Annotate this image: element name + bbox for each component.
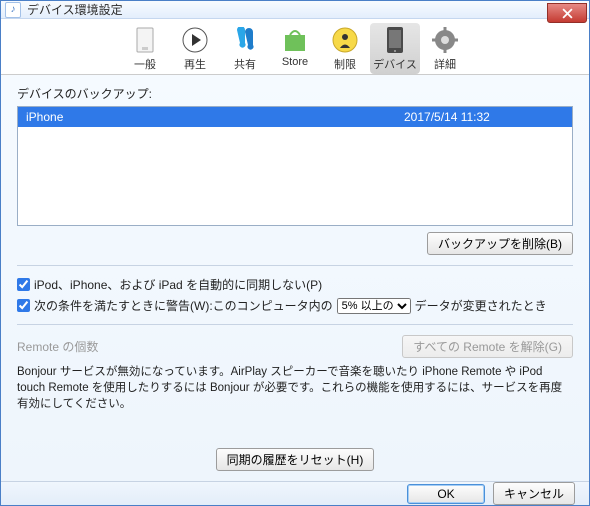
no-autosync-row[interactable]: iPod、iPhone、および iPad を自動的に同期しない(P)	[17, 276, 573, 293]
close-button[interactable]	[547, 3, 587, 23]
tab-store-label: Store	[270, 56, 320, 68]
store-icon	[270, 25, 320, 55]
warn-suffix-label: データが変更されたとき	[415, 297, 547, 314]
release-remotes-button: すべての Remote を解除(G)	[402, 335, 573, 358]
warn-prefix-label: 次の条件を満たすときに警告(W):このコンピュータ内の	[34, 297, 333, 314]
dialog-footer: OK キャンセル	[1, 481, 589, 505]
warn-row: 次の条件を満たすときに警告(W):このコンピュータ内の 5% 以上の データが変…	[17, 297, 573, 314]
list-item[interactable]: iPhone 2017/5/14 11:32	[18, 107, 572, 127]
no-autosync-checkbox[interactable]	[17, 278, 30, 291]
tab-sharing[interactable]: 共有	[220, 23, 270, 74]
tab-playback[interactable]: 再生	[170, 23, 220, 74]
cancel-button[interactable]: キャンセル	[493, 482, 575, 505]
ok-button[interactable]: OK	[407, 484, 485, 504]
tab-advanced[interactable]: 詳細	[420, 23, 470, 74]
close-icon	[562, 8, 573, 19]
tab-advanced-label: 詳細	[420, 56, 470, 72]
divider	[17, 265, 573, 266]
tab-playback-label: 再生	[170, 56, 220, 72]
gear-icon	[420, 25, 470, 55]
window-title: デバイス環境設定	[27, 1, 123, 18]
tab-restrictions-label: 制限	[320, 56, 370, 72]
restrictions-icon	[320, 25, 370, 55]
tab-store[interactable]: Store	[270, 23, 320, 70]
backup-item-name: iPhone	[26, 110, 404, 124]
app-icon: ♪	[5, 2, 21, 18]
sharing-icon	[220, 25, 270, 55]
tab-toolbar: 一般 再生 共有 Store 制限 デバイス 詳細	[1, 19, 589, 75]
tab-sharing-label: 共有	[220, 56, 270, 72]
general-icon	[120, 25, 170, 55]
remote-count-label: Remote の個数	[17, 338, 98, 355]
divider	[17, 324, 573, 325]
titlebar: ♪ デバイス環境設定	[1, 1, 589, 19]
no-autosync-label: iPod、iPhone、および iPad を自動的に同期しない(P)	[34, 276, 322, 293]
backup-list[interactable]: iPhone 2017/5/14 11:32	[17, 106, 573, 226]
devices-icon	[370, 25, 420, 55]
play-icon	[170, 25, 220, 55]
backup-item-date: 2017/5/14 11:32	[404, 110, 564, 124]
preferences-window: ♪ デバイス環境設定 一般 再生 共有 Store 制限 デバイス	[0, 0, 590, 506]
tab-devices[interactable]: デバイス	[370, 23, 420, 74]
delete-backup-button[interactable]: バックアップを削除(B)	[427, 232, 573, 255]
reset-sync-history-button[interactable]: 同期の履歴をリセット(H)	[216, 448, 375, 471]
tab-restrictions[interactable]: 制限	[320, 23, 370, 74]
warn-checkbox[interactable]	[17, 299, 30, 312]
threshold-select[interactable]: 5% 以上の	[337, 298, 411, 314]
tab-general-label: 一般	[120, 56, 170, 72]
backup-label: デバイスのバックアップ:	[17, 85, 573, 102]
tab-devices-label: デバイス	[370, 56, 420, 72]
remote-header: Remote の個数 すべての Remote を解除(G)	[17, 335, 573, 358]
bonjour-message: Bonjour サービスが無効になっています。AirPlay スピーカーで音楽を…	[17, 364, 573, 412]
content-area: デバイスのバックアップ: iPhone 2017/5/14 11:32 バックア…	[1, 75, 589, 481]
tab-general[interactable]: 一般	[120, 23, 170, 74]
